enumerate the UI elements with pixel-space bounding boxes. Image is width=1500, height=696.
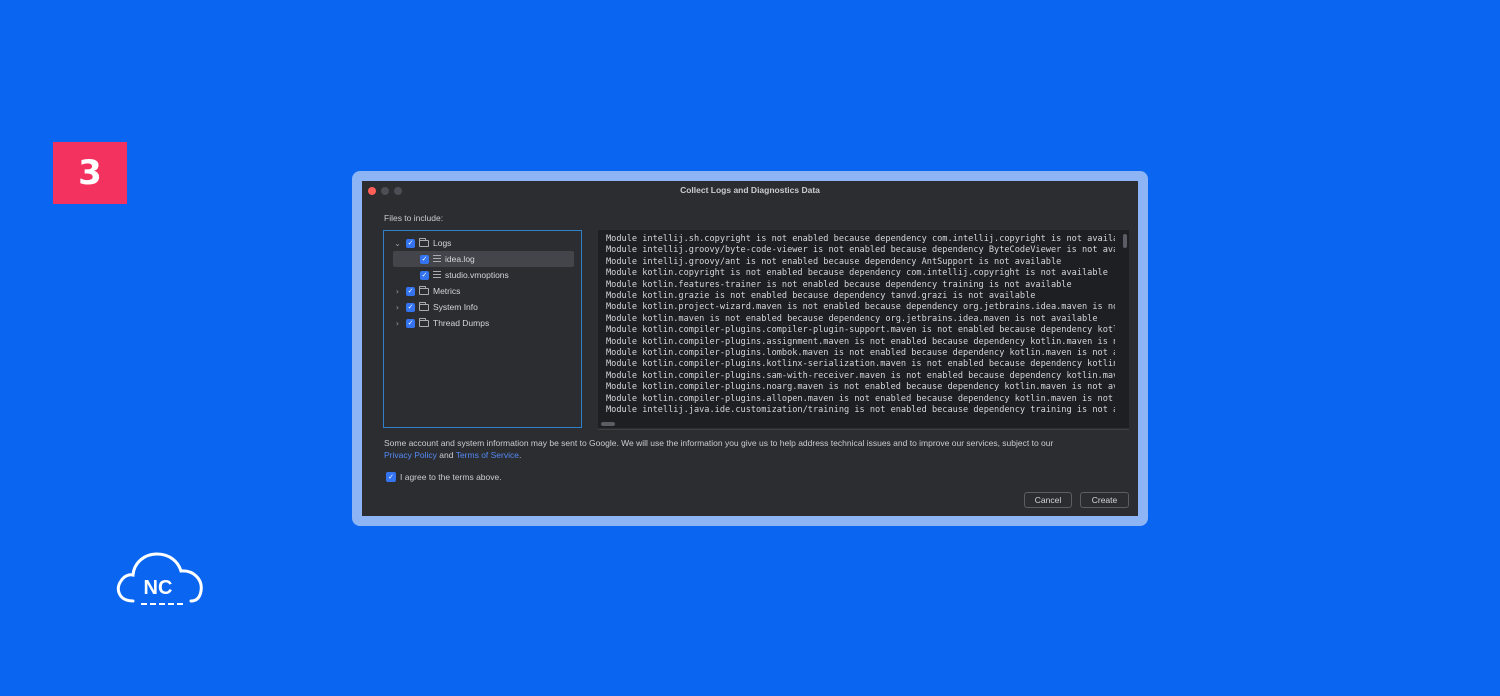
tree-item-label: studio.vmoptions <box>445 270 509 280</box>
privacy-policy-link[interactable]: Privacy Policy <box>384 450 437 460</box>
tree-item-label: Logs <box>433 238 452 248</box>
privacy-notice: Some account and system information may … <box>384 437 1124 461</box>
nc-cloud-logo: NC <box>116 552 203 605</box>
tree-item-metrics[interactable]: › ✓ Metrics <box>393 283 460 299</box>
log-line: Module kotlin.project-wizard.maven is no… <box>606 302 1115 313</box>
checkbox-studio-vmoptions[interactable]: ✓ <box>420 270 429 280</box>
dialog-frame: Collect Logs and Diagnostics Data Files … <box>352 171 1148 526</box>
agree-terms-row[interactable]: ✓ I agree to the terms above. <box>386 472 502 482</box>
tree-item-label: System Info <box>433 302 478 312</box>
folder-icon <box>419 317 429 327</box>
tree-item-logs[interactable]: ⌄ ✓ Logs <box>393 235 451 251</box>
step-number-badge: 3 <box>53 142 127 204</box>
log-line: Module intellij.java.ide.customization/t… <box>606 405 1115 416</box>
log-line: Module kotlin.maven is not enabled becau… <box>606 313 1098 324</box>
text-file-icon <box>433 271 441 279</box>
log-line: Module kotlin.compiler-plugins.noarg.mav… <box>606 382 1115 393</box>
tree-item-label: Thread Dumps <box>433 318 490 328</box>
log-line: Module kotlin.grazie is not enabled beca… <box>606 291 1036 302</box>
log-line: Module kotlin.compiler-plugins.allopen.m… <box>606 393 1114 404</box>
log-line: Module kotlin.compiler-plugins.compiler-… <box>606 325 1115 336</box>
create-button[interactable]: Create <box>1080 492 1129 508</box>
checkbox-metrics[interactable]: ✓ <box>406 286 415 296</box>
tree-item-thread-dumps[interactable]: › ✓ Thread Dumps <box>393 315 489 331</box>
tree-item-system-info[interactable]: › ✓ System Info <box>393 299 478 315</box>
log-line: Module kotlin.compiler-plugins.assignmen… <box>606 336 1115 347</box>
notice-and: and <box>439 450 454 460</box>
notice-text: Some account and system information may … <box>384 438 1054 448</box>
maximize-window-button[interactable] <box>394 187 402 195</box>
dialog-titlebar: Collect Logs and Diagnostics Data <box>362 181 1138 199</box>
minimize-window-button[interactable] <box>381 187 389 195</box>
folder-icon <box>419 301 429 311</box>
logo-text: NC <box>144 577 173 599</box>
log-line: Module intellij.sh.copyright is not enab… <box>606 234 1115 244</box>
log-line: Module kotlin.compiler-plugins.sam-with-… <box>606 370 1115 381</box>
agree-terms-checkbox[interactable]: ✓ <box>386 472 396 482</box>
chevron-right-icon[interactable]: › <box>393 303 402 312</box>
horizontal-scrollbar[interactable] <box>601 422 615 426</box>
cancel-button[interactable]: Cancel <box>1024 492 1072 508</box>
vertical-scrollbar[interactable] <box>1123 234 1127 248</box>
close-window-button[interactable] <box>368 187 376 195</box>
tree-item-studio-vmoptions[interactable]: ✓ studio.vmoptions <box>393 267 509 283</box>
log-text: Module intellij.sh.copyright is not enab… <box>606 234 1115 417</box>
collect-logs-dialog: Collect Logs and Diagnostics Data Files … <box>362 181 1138 516</box>
chevron-down-icon[interactable]: ⌄ <box>393 239 402 248</box>
log-preview-pane[interactable]: Module intellij.sh.copyright is not enab… <box>598 230 1129 428</box>
tree-item-label: Metrics <box>433 286 461 296</box>
folder-icon <box>419 285 429 295</box>
folder-icon <box>419 237 429 247</box>
log-line: Module intellij.groovy/ant is not enable… <box>606 256 1062 267</box>
tree-item-idea-log[interactable]: ✓ idea.log <box>393 251 574 267</box>
chevron-right-icon[interactable]: › <box>393 319 402 328</box>
files-to-include-label: Files to include: <box>384 213 444 223</box>
tree-item-label: idea.log <box>445 254 475 264</box>
checkbox-logs[interactable]: ✓ <box>406 238 415 248</box>
log-line: Module kotlin.compiler-plugins.kotlinx-s… <box>606 359 1115 370</box>
dialog-title: Collect Logs and Diagnostics Data <box>680 185 820 195</box>
log-line: Module kotlin.copyright is not enabled b… <box>606 268 1108 279</box>
files-tree: ⌄ ✓ Logs ✓ idea.log ✓ studio.vmoptions ›… <box>383 230 582 428</box>
divider <box>598 429 1129 430</box>
checkbox-system-info[interactable]: ✓ <box>406 302 415 312</box>
agree-terms-label: I agree to the terms above. <box>400 472 502 482</box>
chevron-right-icon[interactable]: › <box>393 287 402 296</box>
log-line: Module kotlin.features-trainer is not en… <box>606 279 1072 290</box>
text-file-icon <box>433 255 441 263</box>
terms-of-service-link[interactable]: Terms of Service <box>456 450 519 460</box>
checkbox-thread-dumps[interactable]: ✓ <box>406 318 415 328</box>
log-line: Module kotlin.compiler-plugins.lombok.ma… <box>606 348 1115 359</box>
log-line: Module intellij.groovy/byte-code-viewer … <box>606 245 1115 256</box>
notice-end: . <box>518 450 522 460</box>
checkbox-idea-log[interactable]: ✓ <box>420 254 429 264</box>
